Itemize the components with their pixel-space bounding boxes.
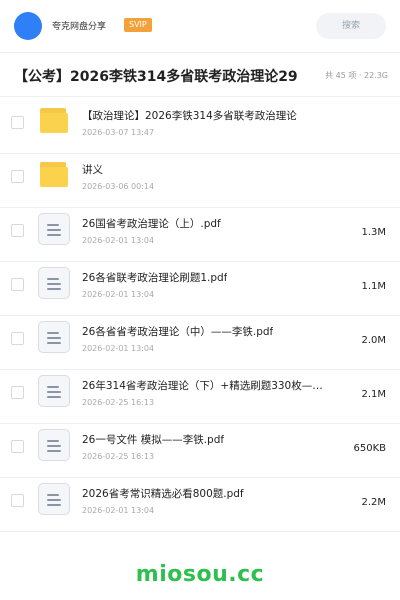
file-size: 2.2M	[361, 497, 386, 508]
file-row[interactable]: 【政治理论】2026李铁314多省联考政治理论 2026-03-07 13:47	[0, 100, 400, 154]
file-date: 2026-02-01 13:04	[82, 344, 155, 353]
file-row[interactable]: 26年314省考政治理论（下）+精选刷题330枚—… 2026-02-25 16:…	[0, 370, 400, 424]
folder-icon	[38, 105, 70, 137]
file-date: 2026-02-25 16:13	[82, 452, 155, 461]
file-row[interactable]: 26各省省考政治理论（中）——李铁.pdf 2026-02-01 13:04 2.0…	[0, 316, 400, 370]
file-name[interactable]: 2026省考常识精选必看800题.pdf	[82, 486, 244, 501]
file-row[interactable]: 2026省考常识精选必看800题.pdf 2026-02-01 13:04 2.2M	[0, 478, 400, 532]
file-date: 2026-03-07 13:47	[82, 128, 155, 137]
row-checkbox[interactable]	[11, 332, 24, 345]
file-name[interactable]: 26一号文件 模拟——李铁.pdf	[82, 432, 224, 447]
app-header: 夸克网盘分享 SVIP 搜索	[0, 0, 400, 52]
file-date: 2026-02-01 13:04	[82, 236, 155, 245]
row-divider	[0, 531, 400, 532]
file-row[interactable]: 26一号文件 模拟——李铁.pdf 2026-02-25 16:13 650KB	[0, 424, 400, 478]
watermark-text: miosou.cc	[135, 562, 265, 587]
file-date: 2026-02-01 13:04	[82, 290, 155, 299]
file-name[interactable]: 26各省省考政治理论（中）——李铁.pdf	[82, 324, 273, 339]
row-checkbox[interactable]	[11, 494, 24, 507]
file-name[interactable]: 讲义	[82, 162, 103, 177]
title-divider	[0, 96, 400, 97]
document-icon	[38, 429, 70, 461]
file-size: 2.1M	[361, 389, 386, 400]
share-meta: 共 45 项 · 22.3G	[325, 71, 388, 80]
page-title: 【公考】2026李铁314多省联考政治理论29	[14, 69, 298, 85]
file-date: 2026-03-06 00:14	[82, 182, 155, 191]
file-date: 2026-02-25 16:13	[82, 398, 155, 407]
row-checkbox[interactable]	[11, 116, 24, 129]
search-button[interactable]: 搜索	[316, 13, 386, 39]
file-name[interactable]: 26各省联考政治理论刷题1.pdf	[82, 270, 227, 285]
row-checkbox[interactable]	[11, 170, 24, 183]
svip-badge: SVIP	[124, 18, 152, 32]
user-name[interactable]: 夸克网盘分享	[52, 19, 106, 32]
row-checkbox[interactable]	[11, 224, 24, 237]
file-size: 1.3M	[361, 227, 386, 238]
row-checkbox[interactable]	[11, 278, 24, 291]
file-row[interactable]: 26国省考政治理论（上）.pdf 2026-02-01 13:04 1.3M	[0, 208, 400, 262]
share-title-bar: 【公考】2026李铁314多省联考政治理论29 共 45 项 · 22.3G	[0, 64, 400, 88]
file-row[interactable]: 讲义 2026-03-06 00:14	[0, 154, 400, 208]
document-icon	[38, 213, 70, 245]
file-name[interactable]: 26年314省考政治理论（下）+精选刷题330枚—…	[82, 378, 323, 393]
folder-icon	[38, 159, 70, 191]
header-divider	[0, 52, 400, 53]
file-size: 650KB	[353, 443, 386, 454]
document-icon	[38, 267, 70, 299]
row-checkbox[interactable]	[11, 386, 24, 399]
file-name[interactable]: 26国省考政治理论（上）.pdf	[82, 216, 221, 231]
avatar[interactable]	[14, 12, 42, 40]
document-icon	[38, 483, 70, 515]
file-name[interactable]: 【政治理论】2026李铁314多省联考政治理论	[82, 108, 297, 123]
file-row[interactable]: 26各省联考政治理论刷题1.pdf 2026-02-01 13:04 1.1M	[0, 262, 400, 316]
file-size: 1.1M	[361, 281, 386, 292]
file-date: 2026-02-01 13:04	[82, 506, 155, 515]
file-size: 2.0M	[361, 335, 386, 346]
document-icon	[38, 375, 70, 407]
row-checkbox[interactable]	[11, 440, 24, 453]
document-icon	[38, 321, 70, 353]
